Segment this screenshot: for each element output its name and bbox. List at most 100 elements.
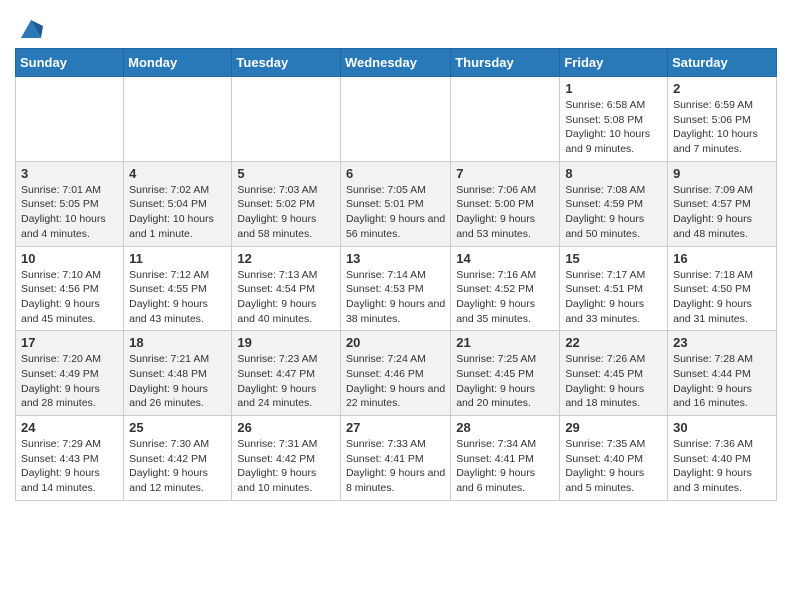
calendar-week-row: 1 Sunrise: 6:58 AM Sunset: 5:08 PM Daylig… xyxy=(16,77,777,162)
calendar-header-sunday: Sunday xyxy=(16,49,124,77)
day-number: 2 xyxy=(673,81,771,96)
day-number: 4 xyxy=(129,166,226,181)
day-number: 19 xyxy=(237,335,335,350)
day-info: Sunrise: 7:36 AM Sunset: 4:40 PM Dayligh… xyxy=(673,437,771,496)
calendar-cell xyxy=(340,77,450,162)
day-info: Sunrise: 7:29 AM Sunset: 4:43 PM Dayligh… xyxy=(21,437,118,496)
day-number: 14 xyxy=(456,251,554,266)
day-info: Sunrise: 7:23 AM Sunset: 4:47 PM Dayligh… xyxy=(237,352,335,411)
day-number: 11 xyxy=(129,251,226,266)
calendar-header-wednesday: Wednesday xyxy=(340,49,450,77)
day-number: 3 xyxy=(21,166,118,181)
day-info: Sunrise: 7:20 AM Sunset: 4:49 PM Dayligh… xyxy=(21,352,118,411)
day-info: Sunrise: 7:31 AM Sunset: 4:42 PM Dayligh… xyxy=(237,437,335,496)
day-info: Sunrise: 7:30 AM Sunset: 4:42 PM Dayligh… xyxy=(129,437,226,496)
calendar-cell: 17 Sunrise: 7:20 AM Sunset: 4:49 PM Dayli… xyxy=(16,331,124,416)
day-info: Sunrise: 7:10 AM Sunset: 4:56 PM Dayligh… xyxy=(21,268,118,327)
day-number: 18 xyxy=(129,335,226,350)
day-number: 30 xyxy=(673,420,771,435)
day-number: 6 xyxy=(346,166,445,181)
calendar-week-row: 24 Sunrise: 7:29 AM Sunset: 4:43 PM Dayli… xyxy=(16,416,777,501)
day-number: 24 xyxy=(21,420,118,435)
calendar-week-row: 17 Sunrise: 7:20 AM Sunset: 4:49 PM Dayli… xyxy=(16,331,777,416)
calendar-cell: 18 Sunrise: 7:21 AM Sunset: 4:48 PM Dayli… xyxy=(124,331,232,416)
day-info: Sunrise: 7:25 AM Sunset: 4:45 PM Dayligh… xyxy=(456,352,554,411)
day-info: Sunrise: 7:35 AM Sunset: 4:40 PM Dayligh… xyxy=(565,437,662,496)
calendar-cell: 23 Sunrise: 7:28 AM Sunset: 4:44 PM Dayli… xyxy=(668,331,777,416)
day-number: 8 xyxy=(565,166,662,181)
day-number: 20 xyxy=(346,335,445,350)
calendar-cell: 6Sunrise: 7:05 AM Sunset: 5:01 PM Daylig… xyxy=(340,161,450,246)
day-number: 22 xyxy=(565,335,662,350)
calendar-cell: 28 Sunrise: 7:34 AM Sunset: 4:41 PM Dayli… xyxy=(451,416,560,501)
calendar-cell: 19 Sunrise: 7:23 AM Sunset: 4:47 PM Dayli… xyxy=(232,331,341,416)
calendar-cell: 30 Sunrise: 7:36 AM Sunset: 4:40 PM Dayli… xyxy=(668,416,777,501)
day-info: Sunrise: 7:08 AM Sunset: 4:59 PM Dayligh… xyxy=(565,183,662,242)
day-info: Sunrise: 7:33 AM Sunset: 4:41 PM Dayligh… xyxy=(346,437,445,496)
calendar-week-row: 3 Sunrise: 7:01 AM Sunset: 5:05 PM Daylig… xyxy=(16,161,777,246)
day-number: 23 xyxy=(673,335,771,350)
day-number: 1 xyxy=(565,81,662,96)
day-info: Sunrise: 7:17 AM Sunset: 4:51 PM Dayligh… xyxy=(565,268,662,327)
calendar-cell: 15Sunrise: 7:17 AM Sunset: 4:51 PM Dayli… xyxy=(560,246,668,331)
day-info: Sunrise: 7:34 AM Sunset: 4:41 PM Dayligh… xyxy=(456,437,554,496)
calendar-cell: 22 Sunrise: 7:26 AM Sunset: 4:45 PM Dayli… xyxy=(560,331,668,416)
calendar-cell: 25 Sunrise: 7:30 AM Sunset: 4:42 PM Dayli… xyxy=(124,416,232,501)
day-info: Sunrise: 7:02 AM Sunset: 5:04 PM Dayligh… xyxy=(129,183,226,242)
header xyxy=(15,10,777,40)
day-number: 29 xyxy=(565,420,662,435)
day-info: Sunrise: 7:13 AM Sunset: 4:54 PM Dayligh… xyxy=(237,268,335,327)
day-info: Sunrise: 7:14 AM Sunset: 4:53 PM Dayligh… xyxy=(346,268,445,327)
calendar-header-monday: Monday xyxy=(124,49,232,77)
day-number: 5 xyxy=(237,166,335,181)
day-number: 7 xyxy=(456,166,554,181)
calendar-cell: 20 Sunrise: 7:24 AM Sunset: 4:46 PM Dayli… xyxy=(340,331,450,416)
day-number: 13 xyxy=(346,251,445,266)
logo xyxy=(15,16,45,40)
calendar-cell: 11 Sunrise: 7:12 AM Sunset: 4:55 PM Dayli… xyxy=(124,246,232,331)
day-info: Sunrise: 6:59 AM Sunset: 5:06 PM Dayligh… xyxy=(673,98,771,157)
day-number: 9 xyxy=(673,166,771,181)
calendar-cell: 27Sunrise: 7:33 AM Sunset: 4:41 PM Dayli… xyxy=(340,416,450,501)
day-info: Sunrise: 7:01 AM Sunset: 5:05 PM Dayligh… xyxy=(21,183,118,242)
calendar-header-row: SundayMondayTuesdayWednesdayThursdayFrid… xyxy=(16,49,777,77)
day-info: Sunrise: 7:12 AM Sunset: 4:55 PM Dayligh… xyxy=(129,268,226,327)
calendar-cell: 21Sunrise: 7:25 AM Sunset: 4:45 PM Dayli… xyxy=(451,331,560,416)
day-number: 17 xyxy=(21,335,118,350)
day-info: Sunrise: 7:09 AM Sunset: 4:57 PM Dayligh… xyxy=(673,183,771,242)
day-number: 12 xyxy=(237,251,335,266)
day-info: Sunrise: 7:18 AM Sunset: 4:50 PM Dayligh… xyxy=(673,268,771,327)
calendar-cell xyxy=(451,77,560,162)
calendar-cell xyxy=(16,77,124,162)
calendar-cell xyxy=(124,77,232,162)
day-info: Sunrise: 7:28 AM Sunset: 4:44 PM Dayligh… xyxy=(673,352,771,411)
day-number: 26 xyxy=(237,420,335,435)
calendar-cell: 5 Sunrise: 7:03 AM Sunset: 5:02 PM Daylig… xyxy=(232,161,341,246)
calendar-cell: 4 Sunrise: 7:02 AM Sunset: 5:04 PM Daylig… xyxy=(124,161,232,246)
day-info: Sunrise: 7:21 AM Sunset: 4:48 PM Dayligh… xyxy=(129,352,226,411)
day-info: Sunrise: 7:06 AM Sunset: 5:00 PM Dayligh… xyxy=(456,183,554,242)
day-number: 10 xyxy=(21,251,118,266)
day-number: 28 xyxy=(456,420,554,435)
day-number: 16 xyxy=(673,251,771,266)
calendar-cell: 2 Sunrise: 6:59 AM Sunset: 5:06 PM Daylig… xyxy=(668,77,777,162)
calendar-cell: 26 Sunrise: 7:31 AM Sunset: 4:42 PM Dayli… xyxy=(232,416,341,501)
calendar-cell: 12 Sunrise: 7:13 AM Sunset: 4:54 PM Dayli… xyxy=(232,246,341,331)
day-info: Sunrise: 7:16 AM Sunset: 4:52 PM Dayligh… xyxy=(456,268,554,327)
calendar-cell: 24 Sunrise: 7:29 AM Sunset: 4:43 PM Dayli… xyxy=(16,416,124,501)
calendar-week-row: 10 Sunrise: 7:10 AM Sunset: 4:56 PM Dayli… xyxy=(16,246,777,331)
day-info: Sunrise: 7:03 AM Sunset: 5:02 PM Dayligh… xyxy=(237,183,335,242)
page: SundayMondayTuesdayWednesdayThursdayFrid… xyxy=(0,0,792,511)
day-number: 25 xyxy=(129,420,226,435)
calendar-cell: 13 Sunrise: 7:14 AM Sunset: 4:53 PM Dayli… xyxy=(340,246,450,331)
calendar-cell: 16 Sunrise: 7:18 AM Sunset: 4:50 PM Dayli… xyxy=(668,246,777,331)
day-info: Sunrise: 6:58 AM Sunset: 5:08 PM Dayligh… xyxy=(565,98,662,157)
calendar-table: SundayMondayTuesdayWednesdayThursdayFrid… xyxy=(15,48,777,501)
calendar-cell: 10 Sunrise: 7:10 AM Sunset: 4:56 PM Dayli… xyxy=(16,246,124,331)
calendar-cell: 3 Sunrise: 7:01 AM Sunset: 5:05 PM Daylig… xyxy=(16,161,124,246)
calendar-cell: 14 Sunrise: 7:16 AM Sunset: 4:52 PM Dayli… xyxy=(451,246,560,331)
calendar-cell: 7 Sunrise: 7:06 AM Sunset: 5:00 PM Daylig… xyxy=(451,161,560,246)
day-info: Sunrise: 7:24 AM Sunset: 4:46 PM Dayligh… xyxy=(346,352,445,411)
day-info: Sunrise: 7:26 AM Sunset: 4:45 PM Dayligh… xyxy=(565,352,662,411)
logo-icon xyxy=(17,16,45,44)
